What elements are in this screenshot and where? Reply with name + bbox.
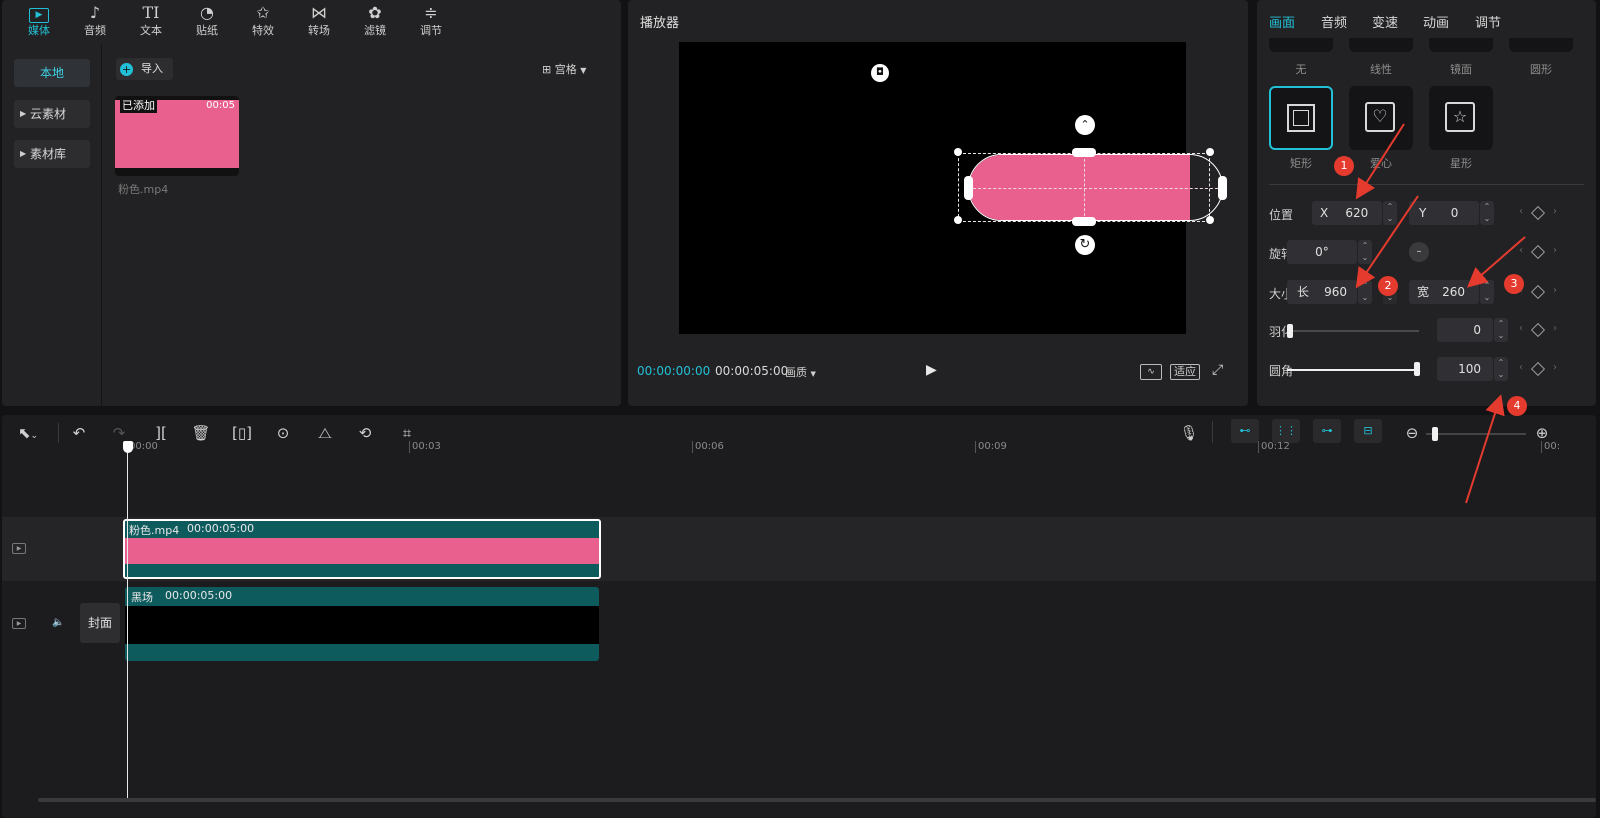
- annotation-badge: 4: [1507, 396, 1527, 416]
- annotation-arrows: [1355, 123, 1526, 504]
- annotation-arrow-2: [1355, 195, 1419, 289]
- annotation-badge: 1: [1334, 156, 1354, 176]
- annotation-badge: 3: [1504, 274, 1524, 294]
- annotation-arrow-1: [1355, 123, 1405, 200]
- annotation-badge: 2: [1378, 276, 1398, 296]
- annotation-arrow-4: [1465, 394, 1505, 504]
